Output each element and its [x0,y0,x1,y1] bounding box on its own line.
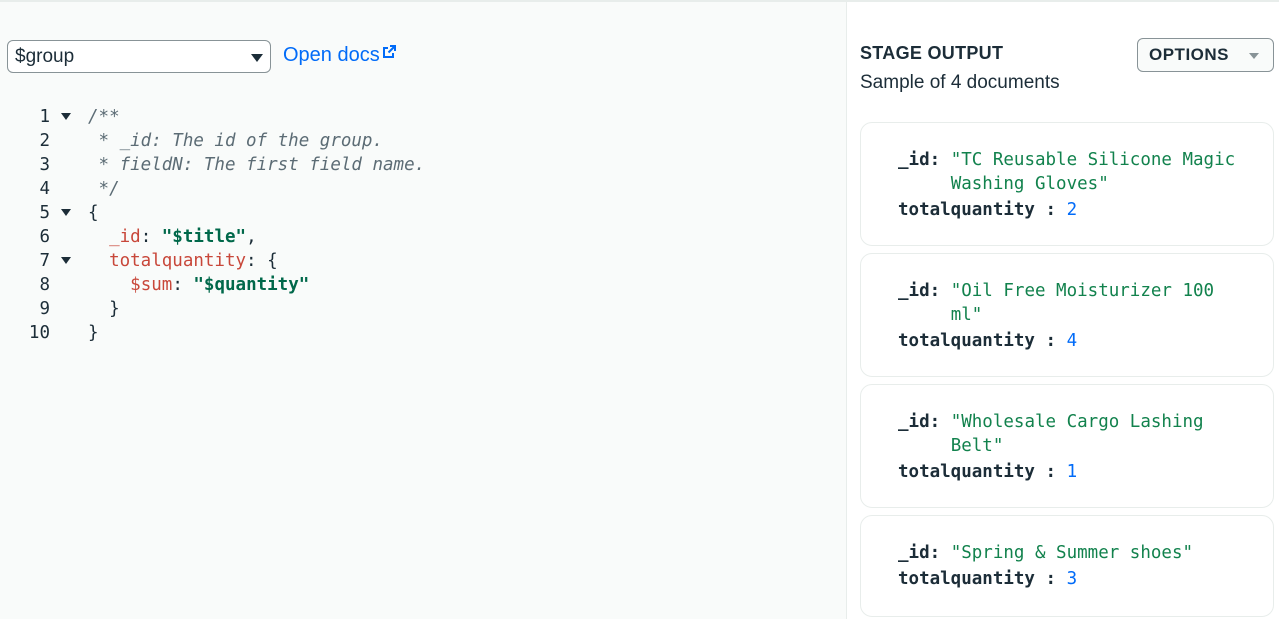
code-text: /** [88,105,120,129]
code-token: */ [88,179,120,199]
document-card[interactable]: _id: "Spring & Summer shoes" totalquantit… [860,515,1274,617]
code-line: 3 * fieldN: The first field name. [0,153,840,177]
code-token: * fieldN: The first field name. [88,155,426,175]
line-number: 10 [28,323,50,343]
code-text: { [88,201,99,225]
field-value: "Spring & Summer shoes" [950,543,1194,563]
code-line: 6 _id: "$title", [0,225,840,249]
field-value: 2 [1066,200,1078,220]
field-row-totalquantity: totalquantity : 3 [898,567,1077,591]
code-line: 4 */ [0,177,840,201]
line-number: 3 [39,155,50,175]
line-number: 4 [39,179,50,199]
line-number: 7 [39,251,50,271]
code-token: $sum [130,275,173,295]
code-line: 2 * _id: The id of the group. [0,129,840,153]
line-number: 2 [39,131,50,151]
open-docs-link[interactable]: Open docs [283,44,396,67]
fold-toggle-icon[interactable] [61,113,71,120]
field-value: 1 [1066,462,1078,482]
code-token: /** [88,107,120,127]
chevron-down-icon [251,54,263,62]
field-key: totalquantity : [898,462,1067,482]
field-row-id: _id: "TC Reusable Silicone Magic Washing… [898,148,1251,196]
field-key: _id: [898,281,951,301]
line-number: 6 [39,227,50,247]
code-text: totalquantity: { [88,249,278,273]
code-token: , [246,227,257,247]
code-line: 7 totalquantity: { [0,249,840,273]
stage-operator-select[interactable]: $group [7,40,271,73]
line-number: 1 [39,107,50,127]
code-token: "$quantity" [193,275,310,295]
sample-count-text: Sample of 4 documents [860,72,1060,93]
stage-output-panel: STAGE OUTPUT Sample of 4 documents OPTIO… [848,2,1279,619]
code-text: $sum: "$quantity" [88,273,309,297]
field-value: "Wholesale Cargo Lashing Belt" [950,412,1204,456]
fold-toggle-icon[interactable] [61,257,71,264]
field-value: "Oil Free Moisturizer 100 ml" [950,281,1215,325]
field-key: _id: [898,543,951,563]
field-key: _id: [898,412,951,432]
stage-output-title: STAGE OUTPUT [860,43,1004,63]
code-text: } [88,321,99,345]
field-value: "TC Reusable Silicone Magic Washing Glov… [950,150,1236,194]
code-line: 8 $sum: "$quantity" [0,273,840,297]
code-editor[interactable]: 1/** 2 * _id: The id of the group. 3 * fie… [0,105,840,345]
code-token: } [88,299,120,319]
field-row-totalquantity: totalquantity : 1 [898,460,1077,484]
code-token: * _id: The id of the group. [88,131,384,151]
stage-editor-panel: $group Open docs 1/** 2 * _id: The id of … [0,2,847,619]
options-button[interactable]: OPTIONS [1137,38,1274,72]
code-token: : [140,227,162,247]
fold-toggle-icon[interactable] [61,209,71,216]
code-text: */ [88,177,120,201]
line-number: 9 [39,299,50,319]
line-number: 5 [39,203,50,223]
field-row-totalquantity: totalquantity : 2 [898,198,1077,222]
code-line: 1 /** [0,105,840,129]
code-text: _id: "$title", [88,225,257,249]
field-row-totalquantity: totalquantity : 4 [898,329,1077,353]
code-token: totalquantity [109,251,247,271]
code-token: : [172,275,194,295]
code-token: : { [246,251,278,271]
aggregation-stage-view: $group Open docs 1/** 2 * _id: The id of … [0,0,1279,619]
code-line: 9 } [0,297,840,321]
document-card[interactable]: _id: "TC Reusable Silicone Magic Washing… [860,122,1274,246]
field-key: totalquantity : [898,569,1067,589]
external-link-icon [382,42,396,65]
field-row-id: _id: "Oil Free Moisturizer 100 ml" [898,279,1251,327]
document-card[interactable]: _id: "Oil Free Moisturizer 100 ml" totalq… [860,253,1274,377]
code-line: 5{ [0,201,840,225]
options-label: OPTIONS [1149,45,1230,64]
chevron-down-icon [1249,53,1259,59]
field-row-id: _id: "Wholesale Cargo Lashing Belt" [898,410,1251,458]
open-docs-label: Open docs [283,44,380,66]
field-key: totalquantity : [898,200,1067,220]
field-key: _id: [898,150,951,170]
code-text: } [88,297,120,321]
code-text: * _id: The id of the group. [88,129,383,153]
field-row-id: _id: "Spring & Summer shoes" [898,541,1251,565]
field-key: totalquantity : [898,331,1067,351]
line-number: 8 [39,275,50,295]
stage-operator-value: $group [15,45,75,67]
code-line: 10} [0,321,840,345]
code-token: } [88,323,99,343]
field-value: 4 [1066,331,1078,351]
document-card[interactable]: _id: "Wholesale Cargo Lashing Belt" total… [860,384,1274,508]
code-text: * fieldN: The first field name. [88,153,426,177]
code-token: _id [109,227,141,247]
code-token: "$title" [161,227,247,247]
field-value: 3 [1066,569,1078,589]
code-token: { [88,203,99,223]
